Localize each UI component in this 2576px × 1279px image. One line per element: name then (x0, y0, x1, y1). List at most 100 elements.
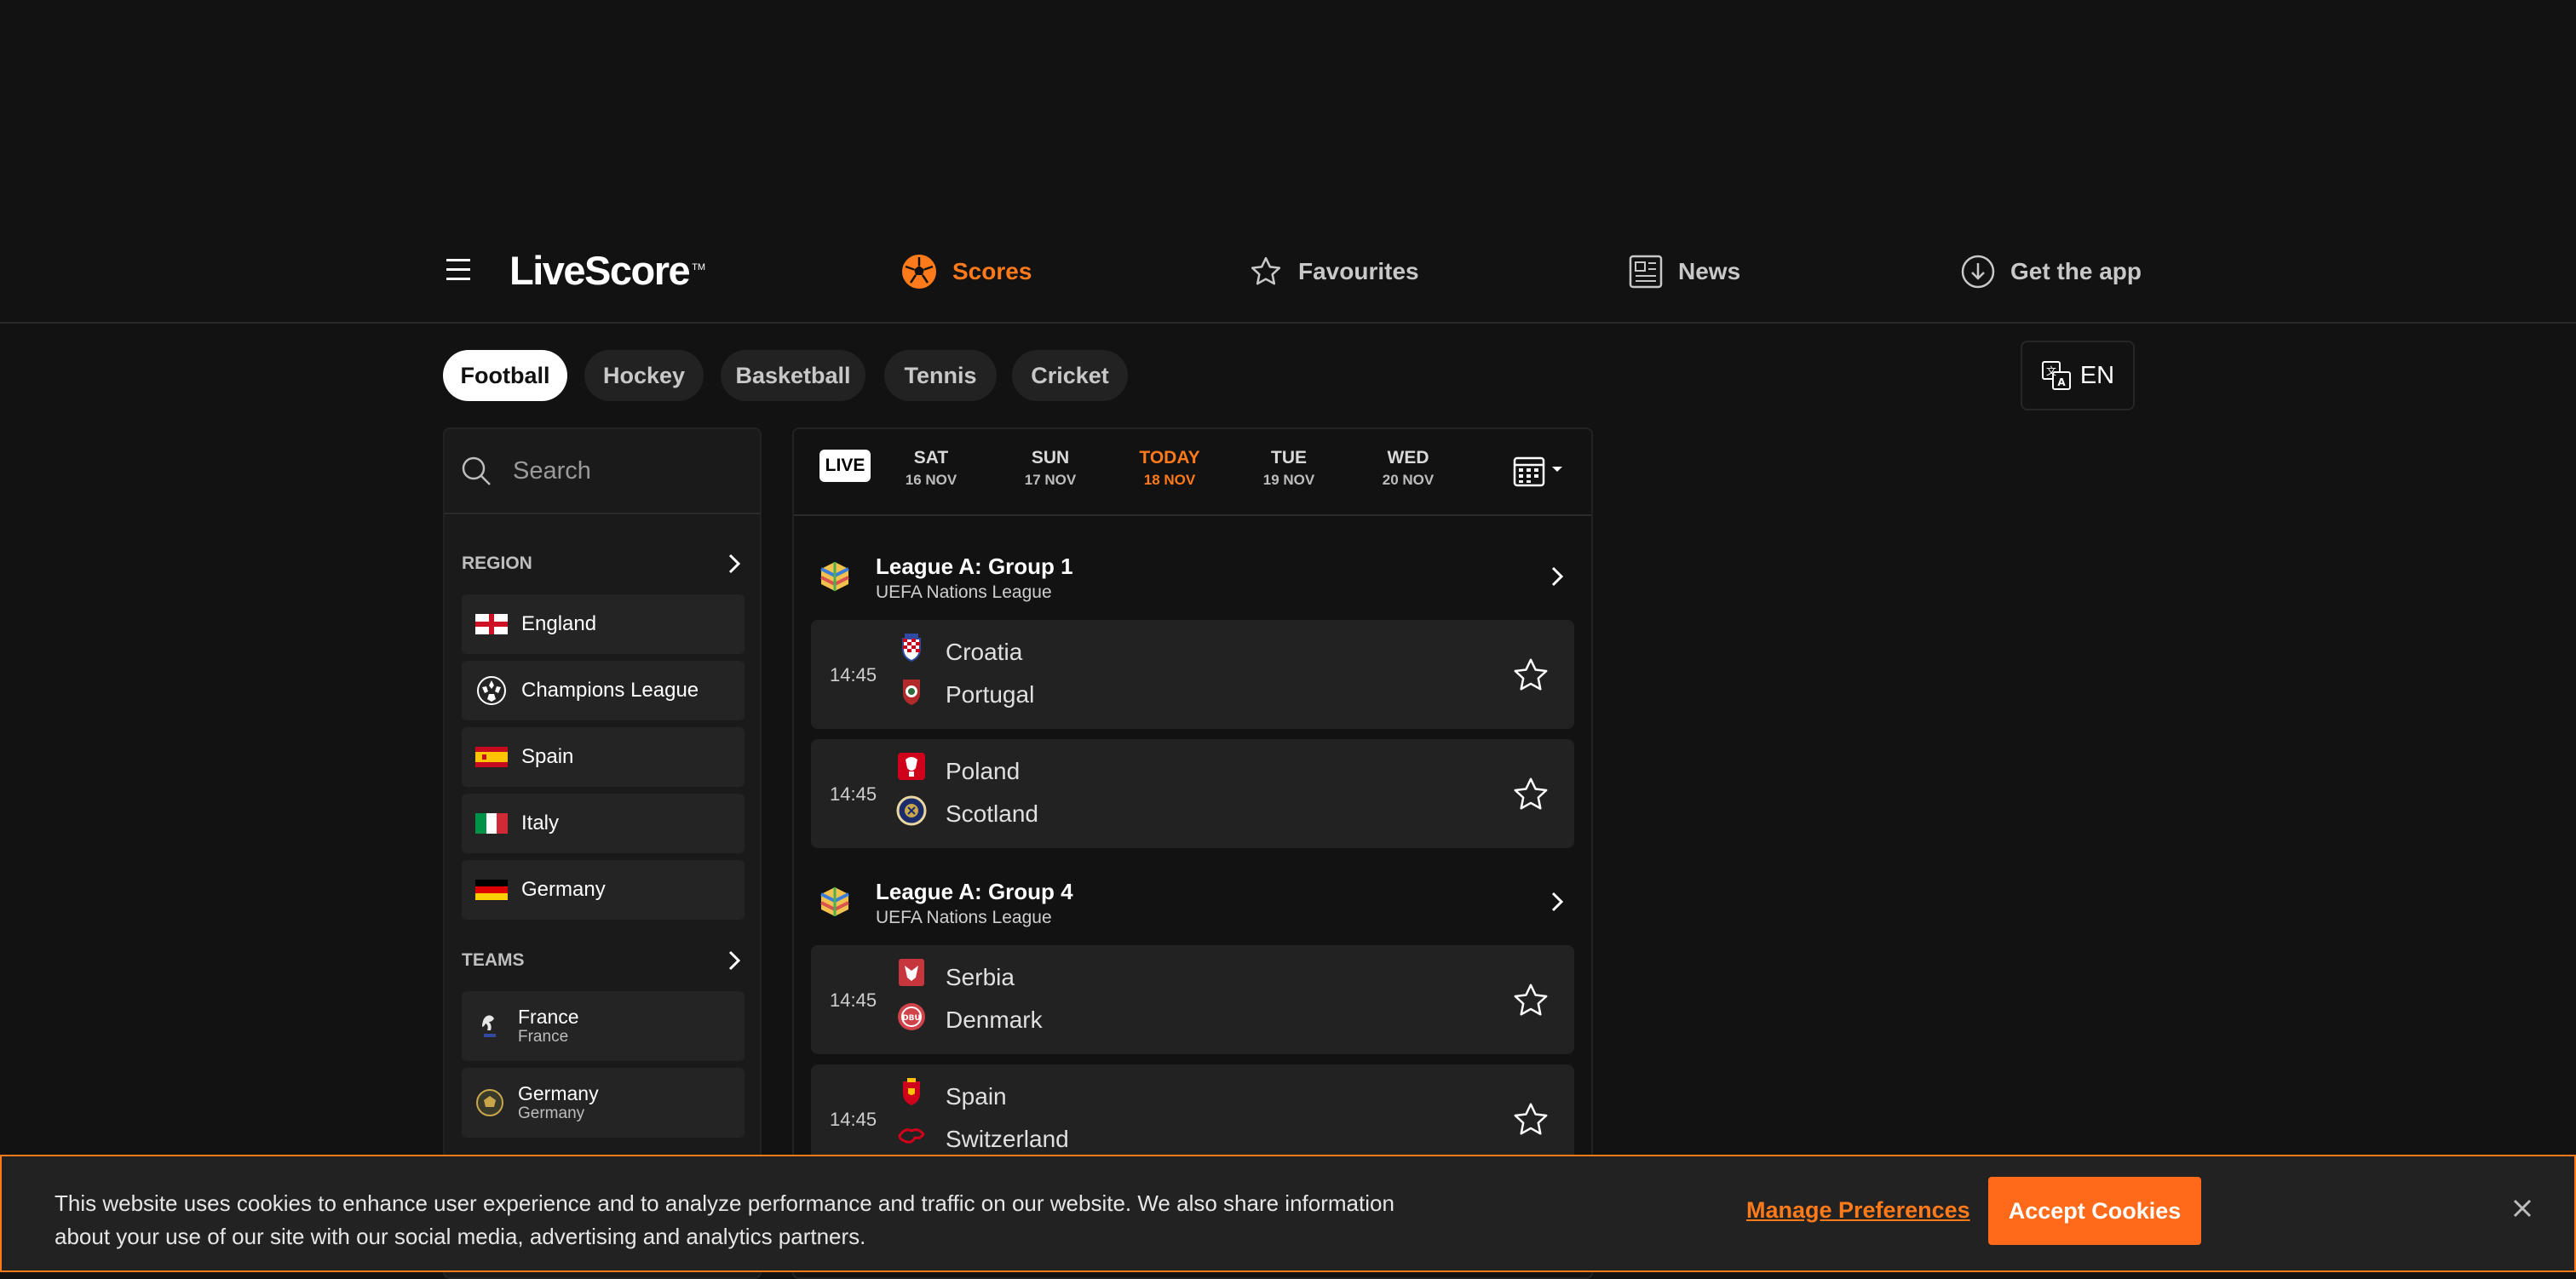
competition-header[interactable]: League A: Group 1 UEFA Nations League (794, 547, 1591, 606)
scotland-crest-icon (896, 795, 927, 826)
germany-crest-icon (475, 1088, 504, 1117)
home-team: Serbia (946, 964, 1015, 990)
download-icon (1961, 255, 1995, 289)
home-team: Spain (946, 1083, 1007, 1110)
portugal-crest-icon (896, 676, 927, 707)
sidebar-team-france[interactable]: France France (462, 991, 745, 1061)
italy-flag-icon (475, 813, 508, 834)
chevron-right-icon (726, 553, 743, 575)
switzerland-crest-icon (896, 1121, 927, 1151)
region-header[interactable]: REGION (462, 547, 743, 581)
date-date: 16 NOV (905, 472, 957, 488)
language-button[interactable]: 文A EN (2021, 341, 2135, 410)
match-row[interactable]: 14:45 Serbia DBU Denmark (811, 945, 1574, 1054)
team-name: France (518, 1006, 579, 1028)
tab-basketball[interactable]: Basketball (721, 350, 865, 401)
date-day: TODAY (1139, 448, 1200, 467)
nav-get-app[interactable]: Get the app (1961, 250, 2142, 293)
svg-text:文: 文 (2046, 364, 2056, 377)
cookie-banner: This website uses cookies to enhance use… (0, 1155, 2576, 1272)
star-icon (1249, 255, 1283, 289)
away-team: Switzerland (946, 1126, 1069, 1152)
match-row[interactable]: 14:45 Poland Scotland (811, 739, 1574, 848)
date-sat[interactable]: SAT 16 NOV (884, 448, 978, 489)
competition-header[interactable]: League A: Group 4 UEFA Nations League (794, 872, 1591, 932)
date-date: 18 NOV (1143, 472, 1196, 488)
match-time: 14:45 (830, 989, 877, 1011)
match-time: 14:45 (830, 664, 877, 685)
sidebar-item-italy[interactable]: Italy (462, 794, 745, 853)
team-name: Germany (518, 1082, 599, 1104)
competition-name: League A: Group 4 (876, 879, 1073, 904)
favourite-star-icon[interactable] (1511, 775, 1550, 814)
date-day: SUN (1031, 448, 1070, 467)
sidebar-item-label: Germany (521, 878, 606, 901)
sidebar-team-germany[interactable]: Germany Germany (462, 1068, 745, 1138)
date-today[interactable]: TODAY 18 NOV (1123, 448, 1216, 489)
logo-trademark: TM (692, 262, 706, 272)
match-row[interactable]: 14:45 Croatia Portugal (811, 620, 1574, 729)
away-team: Scotland (946, 800, 1038, 827)
date-wed[interactable]: WED 20 NOV (1361, 448, 1455, 489)
sidebar-item-spain[interactable]: Spain (462, 727, 745, 787)
nav-scores-label: Scores (952, 258, 1032, 284)
teams-header[interactable]: TEAMS (462, 943, 743, 978)
tab-football[interactable]: Football (443, 350, 567, 401)
nav-favourites[interactable]: Favourites (1249, 250, 1419, 293)
date-tue[interactable]: TUE 19 NOV (1242, 448, 1336, 489)
tab-tennis[interactable]: Tennis (884, 350, 997, 401)
date-sun[interactable]: SUN 17 NOV (1003, 448, 1097, 489)
date-day: TUE (1271, 448, 1307, 467)
date-day: WED (1387, 448, 1429, 467)
nations-league-icon (818, 884, 852, 918)
tab-hockey[interactable]: Hockey (584, 350, 704, 401)
sidebar: REGION England Champions League Spain It… (443, 427, 762, 1279)
away-team: Denmark (946, 1007, 1043, 1033)
sidebar-item-england[interactable]: England (462, 594, 745, 654)
home-team: Poland (946, 758, 1021, 784)
chevron-right-icon (1550, 565, 1564, 588)
team-country: Germany (518, 1104, 585, 1122)
football-icon (901, 254, 937, 290)
matches-panel: LIVE SAT 16 NOV SUN 17 NOV TODAY 18 NOV … (792, 427, 1593, 1279)
date-date: 17 NOV (1024, 472, 1077, 488)
search-input[interactable] (511, 456, 719, 486)
match-time: 14:45 (830, 1109, 877, 1130)
nav-get-app-label: Get the app (2010, 258, 2142, 284)
manage-preferences-link[interactable]: Manage Preferences (1746, 1197, 1970, 1224)
chevron-right-icon (726, 949, 743, 972)
teams-title: TEAMS (462, 950, 525, 970)
date-date: 20 NOV (1382, 472, 1435, 488)
search-icon (460, 455, 492, 487)
france-crest-icon (475, 1012, 504, 1041)
spain-crest-icon (896, 1076, 927, 1107)
favourite-star-icon[interactable] (1511, 981, 1550, 1020)
menu-icon[interactable] (445, 255, 472, 284)
nav-news[interactable]: News (1629, 250, 1740, 293)
competition-sub: UEFA Nations League (876, 582, 1052, 602)
sidebar-item-germany[interactable]: Germany (462, 860, 745, 920)
livescore-logo[interactable]: LiveScore TM (509, 245, 705, 296)
germany-flag-icon (475, 880, 508, 900)
sidebar-item-champions-league[interactable]: Champions League (462, 661, 745, 720)
region-title: REGION (462, 553, 532, 573)
nav-scores[interactable]: Scores (901, 250, 1032, 293)
tab-cricket[interactable]: Cricket (1012, 350, 1128, 401)
favourite-star-icon[interactable] (1511, 656, 1550, 695)
team-country: France (518, 1028, 569, 1046)
champions-league-icon (475, 675, 508, 706)
translate-icon: 文A (2041, 360, 2072, 391)
date-bar: LIVE SAT 16 NOV SUN 17 NOV TODAY 18 NOV … (794, 429, 1591, 516)
live-button[interactable]: LIVE (819, 450, 871, 482)
svg-text:A: A (2057, 376, 2066, 388)
sidebar-item-label: Italy (521, 812, 560, 835)
sidebar-item-label: Champions League (521, 679, 699, 702)
sidebar-item-label: Spain (521, 745, 574, 768)
favourite-star-icon[interactable] (1511, 1100, 1550, 1139)
newspaper-icon (1629, 255, 1663, 289)
calendar-picker[interactable] (1513, 455, 1567, 489)
nations-league-icon (818, 559, 852, 593)
date-day: SAT (913, 448, 949, 467)
accept-cookies-button[interactable]: Accept Cookies (1988, 1177, 2201, 1245)
close-icon[interactable] (2510, 1196, 2535, 1221)
